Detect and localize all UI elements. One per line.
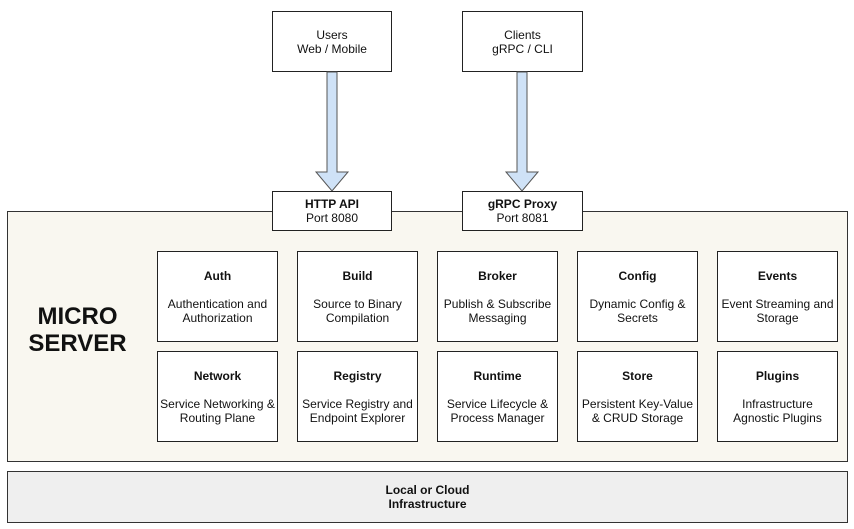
service-events: Events Event Streaming and Storage [717, 251, 838, 342]
service-desc-1: Dynamic Config & [589, 297, 686, 311]
grpc-proxy-box: gRPC Proxy Port 8081 [462, 191, 583, 231]
title-line-1: MICRO [37, 303, 118, 330]
micro-server-title: MICRO SERVER [20, 303, 135, 357]
arrows [314, 71, 540, 192]
http-api-port: Port 8080 [305, 211, 359, 225]
service-name: Registry [333, 369, 382, 383]
service-desc-1: Service Registry and [302, 397, 413, 411]
service-desc-1: Service Lifecycle & [446, 397, 549, 411]
service-desc-2: & CRUD Storage [591, 411, 684, 425]
service-name: Broker [478, 269, 517, 283]
service-name: Config [618, 269, 657, 283]
service-store: Store Persistent Key-Value & CRUD Storage [577, 351, 698, 442]
service-name: Plugins [755, 369, 800, 383]
service-desc-2: Messaging [468, 311, 527, 325]
service-desc-2: Endpoint Explorer [309, 411, 406, 425]
infra-line-2: Infrastructure [388, 497, 467, 511]
service-build: Build Source to Binary Compilation [297, 251, 418, 342]
service-name: Events [757, 269, 798, 283]
service-desc-1: Event Streaming and [721, 297, 834, 311]
service-plugins: Plugins Infrastructure Agnostic Plugins [717, 351, 838, 442]
service-desc-2: Secrets [617, 311, 658, 325]
service-name: Runtime [473, 369, 522, 383]
service-registry: Registry Service Registry and Endpoint Exp… [297, 351, 418, 442]
service-desc-1: Persistent Key-Value [581, 397, 694, 411]
service-network: Network Service Networking & Routing Plane [157, 351, 278, 442]
service-desc-2: Compilation [325, 311, 390, 325]
service-desc-2: Storage [756, 311, 799, 325]
service-desc-1: Service Networking & [160, 397, 275, 411]
service-desc-1: Publish & Subscribe [443, 297, 552, 311]
service-runtime: Runtime Service Lifecycle & Process Manage… [437, 351, 558, 442]
http-api-name: HTTP API [304, 197, 359, 211]
service-desc-2: Routing Plane [179, 411, 256, 425]
service-name: Store [622, 369, 653, 383]
infra-line-1: Local or Cloud [385, 483, 470, 497]
service-name: Network [193, 369, 242, 383]
service-name: Build [342, 269, 373, 283]
service-desc-1: Authentication and [167, 297, 268, 311]
grpc-proxy-port: Port 8081 [496, 211, 549, 225]
service-name: Auth [203, 269, 232, 283]
grpc-proxy-name: gRPC Proxy [487, 197, 558, 211]
users-to-http-arrow [314, 71, 350, 192]
service-auth: Auth Authentication and Authorization [157, 251, 278, 342]
infrastructure-box: Local or Cloud Infrastructure [7, 471, 848, 523]
service-desc-1: Source to Binary [313, 297, 402, 311]
title-line-2: SERVER [28, 330, 127, 357]
service-config: Config Dynamic Config & Secrets [577, 251, 698, 342]
clients-to-grpc-arrow [504, 71, 540, 192]
service-desc-2: Process Manager [450, 411, 545, 425]
service-desc-1: Infrastructure [742, 397, 813, 411]
http-api-box: HTTP API Port 8080 [272, 191, 392, 231]
service-desc-2: Authorization [182, 311, 253, 325]
service-broker: Broker Publish & Subscribe Messaging [437, 251, 558, 342]
service-desc-2: Agnostic Plugins [733, 411, 822, 425]
